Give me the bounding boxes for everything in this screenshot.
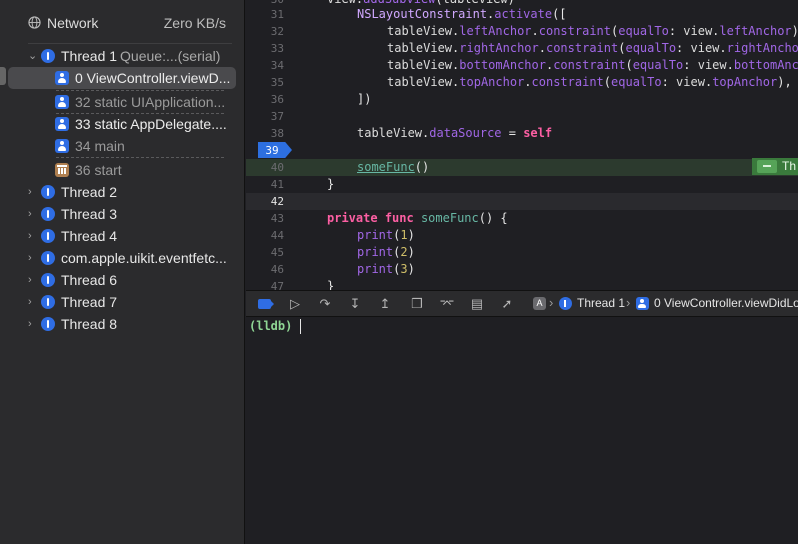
code-line[interactable]: 45 print(2) (246, 244, 798, 261)
text-cursor (300, 319, 301, 334)
chevron-right-icon[interactable]: › (28, 318, 38, 330)
chevron-right-icon[interactable]: › (28, 252, 38, 264)
code-line[interactable]: 39 (246, 142, 798, 159)
frame-label: 32 static UIApplication... (75, 94, 226, 110)
dashed-divider (56, 157, 224, 158)
step-over-icon[interactable]: ↷ (317, 297, 333, 311)
thread-row-eventfetch[interactable]: › com.apple.uikit.eventfetc... (0, 247, 244, 269)
lldb-prompt: (lldb) (249, 319, 293, 333)
step-into-icon[interactable]: ↧ (347, 297, 363, 311)
frame-label: 33 static AppDelegate.... (75, 116, 227, 132)
thread-row-thread-1[interactable]: ⌄ Thread 1 Queue:...(serial) (0, 45, 244, 67)
chevron-right-icon[interactable]: › (28, 208, 38, 220)
app-icon[interactable]: A (533, 297, 546, 310)
view-hierarchy-icon[interactable]: ❒ (409, 297, 425, 311)
thread-label: Thread 3 (61, 206, 118, 222)
thread-icon (41, 185, 55, 199)
divider (28, 43, 232, 44)
location-icon[interactable]: ➚ (499, 297, 515, 311)
breadcrumb-frame[interactable]: 0 ViewController.viewDidLoad() (654, 296, 798, 310)
debug-navigator: Network Zero KB/s ⌄ Thread 1 Queue:...(se… (0, 0, 245, 544)
thread-label: Thread 7 (61, 294, 118, 310)
chevron-right-icon[interactable]: › (28, 186, 38, 198)
thread-queue: Queue:...(serial) (120, 48, 221, 64)
thread-pointer-badge[interactable]: Th (752, 158, 798, 175)
thread-icon (41, 207, 55, 221)
thread-icon (41, 229, 55, 243)
current-execution-line[interactable]: 40 someFunc() (246, 159, 798, 176)
thread-icon (41, 49, 55, 63)
thread-label: Thread 4 (61, 228, 118, 244)
globe-icon (28, 16, 41, 29)
chevron-right-icon[interactable]: › (28, 274, 38, 286)
breadcrumb-separator-icon: › (626, 295, 631, 310)
program-counter-icon (757, 160, 777, 173)
environment-overrides-icon[interactable]: ▤ (469, 297, 485, 311)
code-line[interactable]: 41 } (246, 176, 798, 193)
thread-icon (41, 251, 55, 265)
chevron-right-icon[interactable]: › (28, 296, 38, 308)
library-frame-icon (55, 163, 69, 177)
frame-label: 36 start (75, 162, 122, 178)
thread-row-thread-3[interactable]: › Thread 3 (0, 203, 244, 225)
thread-row-thread-2[interactable]: › Thread 2 (0, 181, 244, 203)
code-line[interactable]: 37 (246, 108, 798, 125)
code-line[interactable]: 32 tableView.leftAnchor.constraint(equal… (246, 23, 798, 40)
source-editor[interactable]: 30 view.addSubview(tableView) 31 NSLayou… (246, 0, 798, 290)
continue-icon[interactable]: ▷ (287, 297, 303, 311)
code-line[interactable]: 35 tableView.topAnchor.constraint(equalT… (246, 74, 798, 91)
chevron-down-icon[interactable]: ⌄ (28, 50, 38, 62)
thread-label: Thread 2 (61, 184, 118, 200)
thread-label: Thread 1 (61, 48, 118, 64)
network-gauge-row[interactable]: Network Zero KB/s (0, 12, 244, 36)
thread-icon (41, 317, 55, 331)
thread-label: Thread 8 (61, 316, 118, 332)
network-label: Network (47, 15, 99, 31)
code-line[interactable]: 33 tableView.rightAnchor.constraint(equa… (246, 40, 798, 57)
thread-row-thread-4[interactable]: › Thread 4 (0, 225, 244, 247)
stack-frame-0[interactable]: 0 ViewController.viewD... (0, 67, 244, 89)
breadcrumb-thread[interactable]: Thread 1 (577, 296, 625, 310)
thread-label: com.apple.uikit.eventfetc... (61, 250, 227, 266)
code-line[interactable]: 38 tableView.dataSource = self (246, 125, 798, 142)
network-value: Zero KB/s (163, 15, 226, 31)
stack-frame-32[interactable]: 32 static UIApplication... (0, 91, 244, 113)
user-code-frame-icon (636, 297, 649, 310)
chevron-right-icon[interactable]: › (28, 230, 38, 242)
debug-toolbar: ▷ ↷ ↧ ↥ ❒ ⌤ ▤ ➚ A › Thread 1 › 0 ViewCon… (246, 290, 798, 317)
thread-icon (41, 273, 55, 287)
user-code-frame-icon (55, 95, 69, 109)
code-line[interactable]: 34 tableView.bottomAnchor.constraint(equ… (246, 57, 798, 74)
user-code-frame-icon (55, 139, 69, 153)
stack-frame-36[interactable]: 36 start (0, 159, 244, 181)
thread-row-thread-7[interactable]: › Thread 7 (0, 291, 244, 313)
code-line[interactable]: 47 } (246, 278, 798, 290)
breadcrumb-separator-icon: › (549, 295, 554, 310)
memory-graph-icon[interactable]: ⌤ (439, 297, 455, 311)
code-line[interactable]: 46 print(3) (246, 261, 798, 278)
thread-icon (559, 297, 572, 310)
thread-icon (41, 295, 55, 309)
code-line[interactable]: 36 ]) (246, 91, 798, 108)
thread-label: Thread 6 (61, 272, 118, 288)
lldb-console[interactable]: (lldb) (246, 317, 798, 544)
stack-frame-33[interactable]: 33 static AppDelegate.... (0, 113, 244, 135)
breakpoints-toggle-icon[interactable] (258, 299, 274, 309)
user-code-frame-icon (55, 71, 69, 85)
user-code-frame-icon (55, 117, 69, 131)
frame-label: 34 main (75, 138, 125, 154)
breakpoint-marker[interactable]: 39 (258, 142, 292, 158)
thread-row-thread-6[interactable]: › Thread 6 (0, 269, 244, 291)
stack-frame-34[interactable]: 34 main (0, 135, 244, 157)
step-out-icon[interactable]: ↥ (377, 297, 393, 311)
cursor-line[interactable]: 42 (246, 193, 798, 210)
frame-label: 0 ViewController.viewD... (75, 70, 231, 86)
code-line[interactable]: 31 NSLayoutConstraint.activate([ (246, 6, 798, 23)
code-line[interactable]: 43 private func someFunc() { (246, 210, 798, 227)
code-line[interactable]: 44 print(1) (246, 227, 798, 244)
thread-row-thread-8[interactable]: › Thread 8 (0, 313, 244, 335)
